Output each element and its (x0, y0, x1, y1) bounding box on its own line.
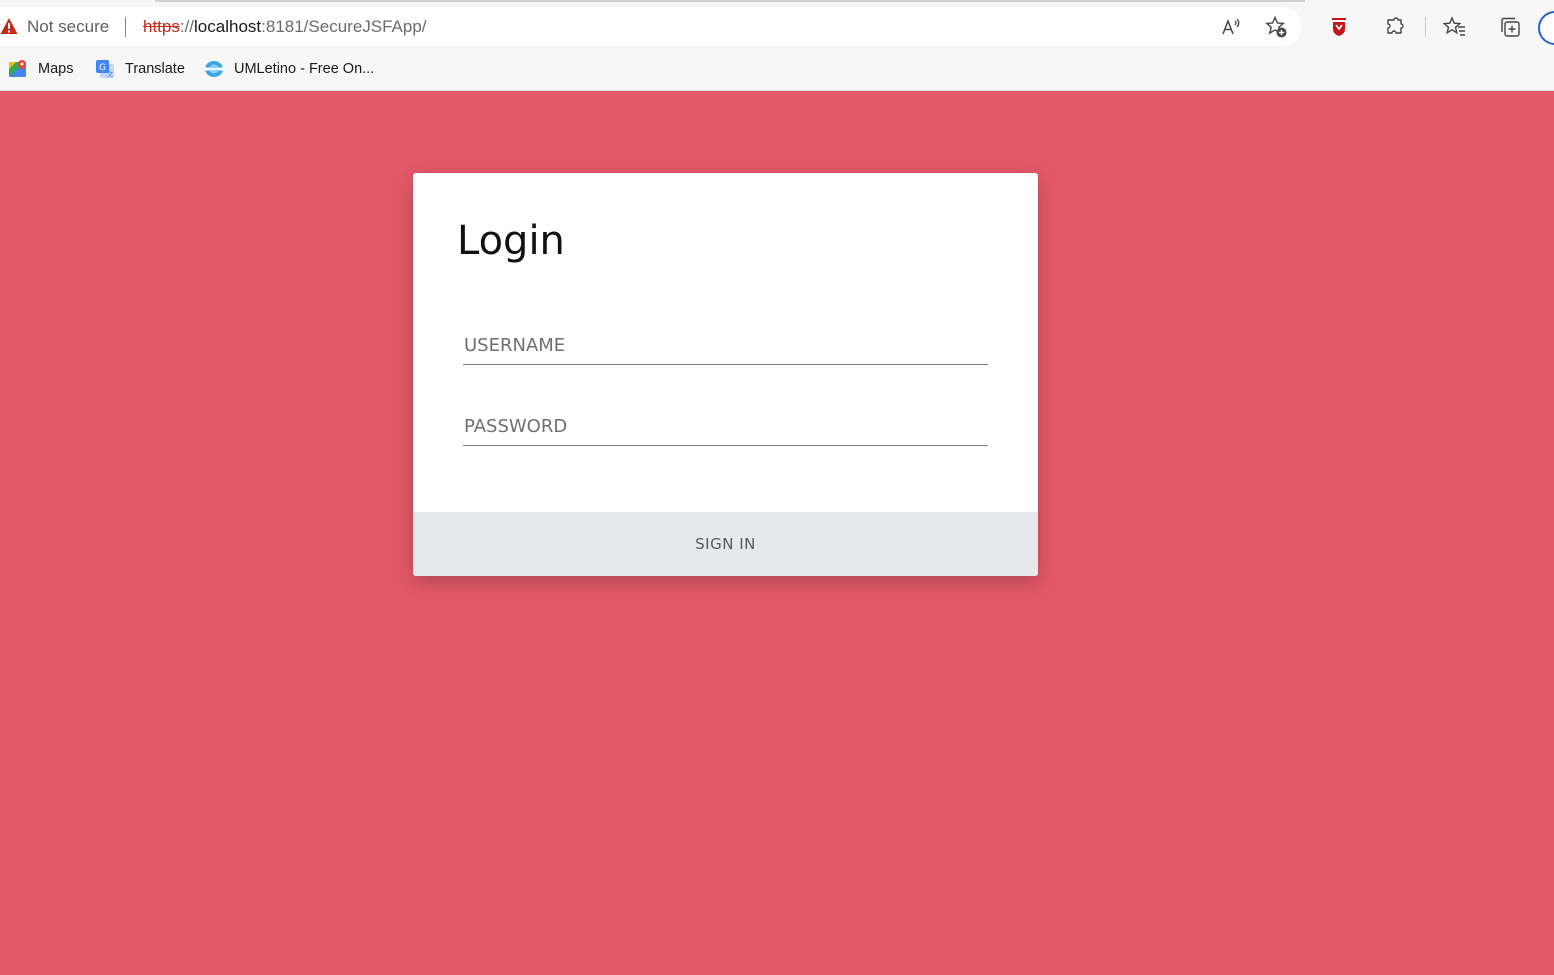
translate-icon: G 文 (95, 59, 115, 79)
login-card: Login SIGN IN (413, 173, 1038, 576)
svg-text:文: 文 (107, 70, 114, 79)
url-host: localhost (194, 17, 262, 36)
sign-in-button[interactable]: SIGN IN (413, 512, 1038, 576)
bookmarks-bar: Maps G 文 Translate UMLetino - Free On... (0, 54, 1554, 84)
url-path: :8181/SecureJSFApp/ (261, 17, 427, 36)
bookmark-translate[interactable]: G 文 Translate (95, 58, 185, 80)
url-text[interactable]: https://localhost:8181/SecureJSFApp/ (143, 17, 427, 37)
svg-text:G: G (99, 63, 106, 73)
favorites-icon[interactable] (1441, 13, 1469, 41)
tab-strip-edge (155, 0, 1305, 2)
extensions-icon[interactable] (1381, 13, 1409, 41)
login-title: Login (457, 218, 565, 264)
url-separator: :// (179, 17, 195, 36)
bookmark-umletino[interactable]: UMLetino - Free On... (204, 58, 374, 80)
umletino-icon (204, 59, 224, 79)
username-input[interactable] (463, 327, 988, 365)
bookmark-maps[interactable]: Maps (8, 58, 73, 80)
bookmark-label: Translate (125, 61, 185, 77)
read-aloud-icon[interactable] (1217, 13, 1245, 41)
security-status-label[interactable]: Not secure (27, 17, 109, 37)
mcafee-extension-icon[interactable] (1325, 13, 1353, 41)
url-scheme: https (143, 17, 180, 36)
page-background: Login SIGN IN (0, 91, 1554, 975)
maps-icon (8, 59, 28, 79)
collections-icon[interactable] (1496, 13, 1524, 41)
bookmark-label: UMLetino - Free On... (234, 61, 375, 77)
warning-icon[interactable] (0, 17, 18, 35)
profile-icon[interactable] (1538, 11, 1554, 45)
address-divider (125, 17, 126, 37)
toolbar-divider (1425, 17, 1426, 37)
password-input[interactable] (463, 408, 988, 446)
add-favorite-icon[interactable] (1262, 13, 1290, 41)
bookmark-label: Maps (38, 61, 74, 77)
